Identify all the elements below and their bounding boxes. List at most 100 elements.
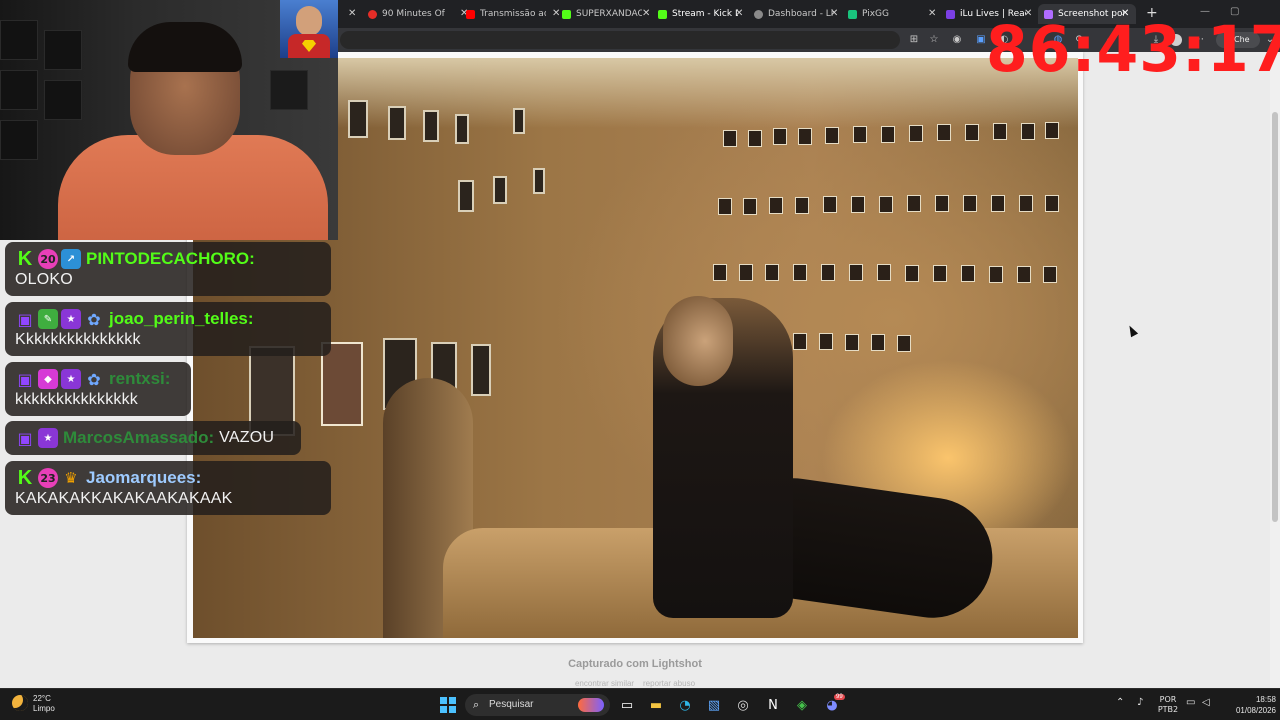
wall-photo (1045, 195, 1059, 212)
sub-badge-icon: 20 (38, 249, 58, 269)
wall-photo (993, 123, 1007, 140)
scrollbar-thumb[interactable] (1272, 112, 1278, 522)
notion-icon[interactable]: N (764, 696, 782, 714)
acoustic-foam (0, 20, 38, 60)
file-explorer-icon[interactable]: ▬ (647, 696, 665, 714)
wall-photo (965, 124, 979, 141)
microphone-icon[interactable]: ♪ (1137, 698, 1143, 708)
chat-header: K 23 ♛ Jaomarquees: (15, 466, 321, 490)
tab-close-button[interactable]: ✕ (830, 8, 838, 19)
wall-photo (933, 265, 947, 282)
wall-photo (823, 196, 837, 213)
chrome-icon[interactable]: ◎ (734, 696, 752, 714)
chat-message: K 20 ↗ PINTODECACHORO: OLOKO (5, 242, 331, 296)
link-report[interactable]: reportar abuso (643, 679, 695, 688)
wall-photo (849, 264, 863, 281)
blue-badge-icon: ↗ (61, 249, 81, 269)
taskbar-clock[interactable]: 18:58 01/08/2026 (1218, 694, 1276, 716)
wall-photo (795, 197, 809, 214)
discord-notification-badge: 99 (834, 694, 845, 700)
kick-icon: K (17, 247, 33, 270)
pixgg-icon (848, 9, 857, 19)
flower-badge-icon: ✿ (87, 369, 101, 389)
chat-message: ▣ ★ MarcosAmassado: VAZOU (5, 421, 301, 455)
kick-icon (658, 9, 667, 19)
extension-icon[interactable]: ◉ (951, 34, 963, 46)
tab-90-minutes[interactable]: 90 Minutes Of M (368, 4, 460, 24)
streamer-hair (128, 22, 242, 72)
wall-photo (881, 126, 895, 143)
photos-icon[interactable]: ▧ (705, 696, 723, 714)
tab-close-button[interactable]: ✕ (348, 8, 356, 19)
bookmark-star-icon[interactable]: ☆ (928, 34, 940, 46)
twitch-icon: ▣ (17, 309, 33, 329)
chat-header: K 20 ↗ PINTODECACHORO: (15, 247, 321, 271)
wall-photo (1017, 266, 1031, 283)
network-icon[interactable]: ▭ (1186, 698, 1195, 708)
wall-photo (963, 195, 977, 212)
tab-close-button[interactable]: ✕ (642, 8, 650, 19)
youtube-icon (466, 9, 475, 19)
wall-photo (513, 108, 525, 134)
edge-icon[interactable]: ◔ (676, 696, 694, 714)
search-highlight-icon (578, 698, 604, 712)
caption-links: encontrar similar reportar abuso (0, 679, 1270, 688)
gem-badge-icon: ◆ (38, 369, 58, 389)
wall-photo (1045, 122, 1059, 139)
xbox-icon[interactable]: ◈ (793, 696, 811, 714)
task-view-icon[interactable]: ▭ (618, 696, 636, 714)
lightshot-caption: Capturado com Lightshot (568, 658, 702, 670)
screen: ✕ 90 Minutes Of M ✕ Transmissão ao v ✕ S… (0, 0, 1280, 720)
tab-superxandao[interactable]: SUPERXANDAO (562, 4, 652, 24)
wall-photo (871, 334, 885, 351)
link-similar[interactable]: encontrar similar (575, 679, 634, 688)
start-button[interactable] (440, 697, 456, 713)
wall-photo (798, 128, 812, 145)
star-badge-icon: ★ (61, 309, 81, 329)
wall-photo (533, 168, 545, 194)
tab-pixgg[interactable]: PixGG (848, 4, 928, 24)
wall-photo (851, 196, 865, 213)
weather-widget[interactable]: 22°C Limpo (33, 694, 55, 714)
wall-photo (877, 264, 891, 281)
tab-close-button[interactable]: ✕ (735, 8, 743, 19)
windows-logo-pane (440, 706, 447, 713)
keyboard-language[interactable]: POR PTB2 (1156, 695, 1180, 715)
tab-close-button[interactable]: ✕ (552, 8, 560, 19)
volume-icon[interactable]: ◁ (1202, 698, 1210, 708)
wall-photo (348, 100, 368, 138)
wall-photo (1019, 195, 1033, 212)
wall-photo (879, 196, 893, 213)
crown-badge-icon: ♛ (64, 469, 78, 487)
wall-photo (907, 195, 921, 212)
tab-transmissao[interactable]: Transmissão ao v (466, 4, 558, 24)
page-scrollbar[interactable] (1270, 52, 1280, 688)
chat-username: rentxsi: (109, 369, 171, 388)
wall-photo (765, 264, 779, 281)
wall-photo (793, 264, 807, 281)
tab-close-button[interactable]: ✕ (928, 8, 936, 19)
taskbar-search[interactable]: ⌕ Pesquisar (465, 694, 610, 716)
chat-text: kkkkkkkkkkkkkkk (15, 391, 138, 408)
wall-photo (793, 333, 807, 350)
wall-photo (821, 264, 835, 281)
wall-photo (991, 195, 1005, 212)
wall-photo (845, 334, 859, 351)
globe-icon (754, 9, 763, 19)
address-bar[interactable] (340, 31, 900, 49)
chat-message: K 23 ♛ Jaomarquees: KAKAKAKKAKAKAAKAKAAK (5, 461, 331, 515)
tab-search-icon[interactable]: ⊞ (908, 34, 920, 46)
wall-photo (989, 266, 1003, 283)
wall-photo (748, 130, 762, 147)
chat-username: joao_perin_telles: (109, 309, 254, 328)
wall-photo (897, 335, 911, 352)
sub-badge-icon: 23 (38, 468, 58, 488)
wall-photo (471, 344, 491, 396)
chevron-up-icon[interactable]: ⌃ (1116, 698, 1124, 708)
wall-photo (909, 125, 923, 142)
superman-avatar (280, 0, 338, 58)
search-icon: ⌕ (473, 699, 480, 711)
chat-message: ▣ ◆ ★ ✿ rentxsi: kkkkkkkkkkkkkkk (5, 362, 191, 416)
wall-photo (853, 126, 867, 143)
moon-icon[interactable] (12, 695, 28, 711)
